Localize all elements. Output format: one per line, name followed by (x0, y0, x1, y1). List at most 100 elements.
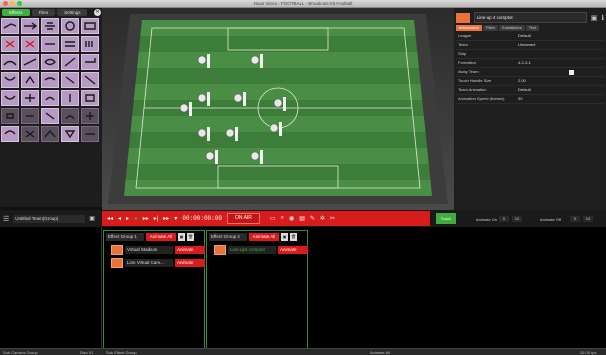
effect-tile[interactable] (21, 36, 39, 52)
animate-button[interactable]: Animate (175, 259, 205, 267)
save-icon[interactable]: ▣ (178, 233, 185, 241)
group-name[interactable]: Effect Group 2 (209, 233, 247, 241)
property-value[interactable] (518, 68, 569, 76)
effect-tile[interactable] (61, 36, 79, 52)
animate-off-input[interactable]: 0 (570, 216, 580, 222)
effect-tile[interactable] (1, 126, 19, 142)
effect-tile[interactable] (61, 90, 79, 106)
effect-tile[interactable] (21, 72, 39, 88)
tab-settings[interactable]: Settings (57, 9, 88, 16)
property-value[interactable]: Default (518, 86, 604, 94)
property-row[interactable]: Team Animation Default (456, 86, 604, 95)
effect-tile[interactable] (81, 54, 99, 70)
effect-tile[interactable] (21, 90, 39, 106)
delete-icon[interactable]: 🗑 (290, 233, 297, 241)
effect-tile[interactable] (1, 18, 19, 34)
property-row[interactable]: Formation 4-2-3-1 (456, 59, 604, 68)
effect-tile[interactable] (21, 126, 39, 142)
tab-effects[interactable]: Effects (2, 9, 30, 16)
property-value[interactable]: 30 (518, 95, 604, 103)
tools-icon[interactable]: ✂ (330, 215, 335, 222)
list-item[interactable]: Line-up4 comptot Animate (214, 245, 308, 255)
on-air-button[interactable]: ON AIR (226, 213, 260, 224)
effect-tile[interactable] (81, 90, 99, 106)
info-icon[interactable]: ℹ (601, 14, 604, 22)
settings-icon[interactable]: ✲ (320, 215, 325, 222)
effect-tile[interactable] (81, 18, 99, 34)
save-icon[interactable]: ▣ (281, 233, 288, 241)
pitch-view[interactable] (102, 8, 454, 210)
menu-icon[interactable]: ☰ (3, 215, 9, 223)
property-row[interactable]: Strip (456, 50, 604, 59)
animate-all-button[interactable]: Animate All (249, 233, 279, 241)
search-icon[interactable]: ⌕ (281, 215, 284, 222)
effect-tile[interactable] (41, 18, 59, 34)
end-icon[interactable]: ▸| (154, 215, 159, 222)
effect-tile[interactable] (21, 18, 39, 34)
effect-tile[interactable] (61, 18, 79, 34)
tab-files[interactable]: Files (31, 9, 56, 16)
property-row[interactable]: Animation Speed (frames) 30 (456, 95, 604, 104)
effect-tile[interactable] (61, 54, 79, 70)
property-row[interactable]: Touch Handle Size 2.00 (456, 77, 604, 86)
tab-pitch[interactable]: Pitch (483, 25, 498, 31)
eye-icon[interactable]: ◉ (289, 215, 294, 222)
record-icon[interactable]: ● (134, 216, 138, 222)
effect-tile[interactable] (1, 72, 19, 88)
effect-tile[interactable] (61, 126, 79, 142)
effect-tile[interactable] (41, 54, 59, 70)
property-value[interactable]: 4-2-3-1 (518, 59, 604, 67)
tab-substitutes[interactable]: Substitutes (498, 25, 525, 31)
effect-name-field[interactable]: Line-up 4 comptot (473, 12, 587, 23)
clipboard-icon[interactable]: ▤ (299, 215, 305, 222)
animate-on-units[interactable]: 10 (512, 216, 522, 222)
effect-tile[interactable] (41, 126, 59, 142)
touch-button[interactable]: Touch (436, 213, 456, 224)
property-row[interactable]: Team Unnamed (456, 41, 604, 50)
property-value[interactable]: Default (518, 32, 604, 40)
group-name[interactable]: Effect Group 1 (106, 233, 144, 241)
tab-information[interactable]: Information (456, 25, 483, 31)
effect-tile[interactable] (1, 90, 19, 106)
property-row[interactable]: League Default (456, 32, 604, 41)
step-back-icon[interactable]: ◂ (118, 215, 121, 222)
close-panel-icon[interactable]: ✕ (94, 9, 101, 16)
effect-tile[interactable] (21, 108, 39, 124)
save-icon[interactable]: ▣ (591, 14, 598, 22)
delete-icon[interactable]: 🗑 (187, 233, 194, 241)
animate-button[interactable]: Animate (175, 246, 205, 254)
pen-icon[interactable]: ✎ (310, 215, 315, 222)
play-icon[interactable]: ▸ (126, 215, 129, 222)
effect-tile[interactable] (61, 72, 79, 88)
animate-off-units[interactable]: 10 (583, 216, 593, 222)
effect-tile[interactable] (41, 90, 59, 106)
tab-text[interactable]: Text (525, 25, 540, 31)
speed-icon[interactable]: ▸▸ (163, 215, 169, 222)
effect-tile[interactable] (81, 72, 99, 88)
effect-tile[interactable] (81, 108, 99, 124)
property-row[interactable]: Away Team (456, 68, 604, 77)
effect-tile[interactable] (41, 108, 59, 124)
effect-tile[interactable] (1, 108, 19, 124)
animate-all-button[interactable]: Animate All (146, 233, 176, 241)
timecode-dropdown-icon[interactable]: ▾ (174, 215, 177, 222)
property-value[interactable]: 2.00 (518, 77, 604, 85)
list-item[interactable]: Virtual Stadium Animate (111, 245, 205, 255)
effect-tile[interactable] (61, 108, 79, 124)
save-scene-icon[interactable]: ▣ (89, 215, 95, 222)
away-team-checkbox[interactable] (569, 69, 574, 75)
effect-tile[interactable] (1, 54, 19, 70)
effect-tile[interactable] (21, 54, 39, 70)
effect-tile[interactable] (81, 126, 99, 142)
scene-name-field[interactable]: Untitled Team(Group) (13, 214, 86, 223)
list-item[interactable]: Lion Virtual Cam... Animate (111, 258, 205, 268)
effect-tile[interactable] (41, 36, 59, 52)
effect-tile[interactable] (81, 36, 99, 52)
effect-tile[interactable] (41, 72, 59, 88)
animate-button[interactable]: Animate (278, 246, 308, 254)
animate-on-input[interactable]: 0 (499, 216, 509, 222)
effect-tile[interactable] (1, 36, 19, 52)
step-forward-icon[interactable]: ▸▸ (143, 215, 149, 222)
monitor-icon[interactable]: ▭ (270, 215, 276, 222)
skip-back-icon[interactable]: ◂◂ (107, 215, 113, 222)
